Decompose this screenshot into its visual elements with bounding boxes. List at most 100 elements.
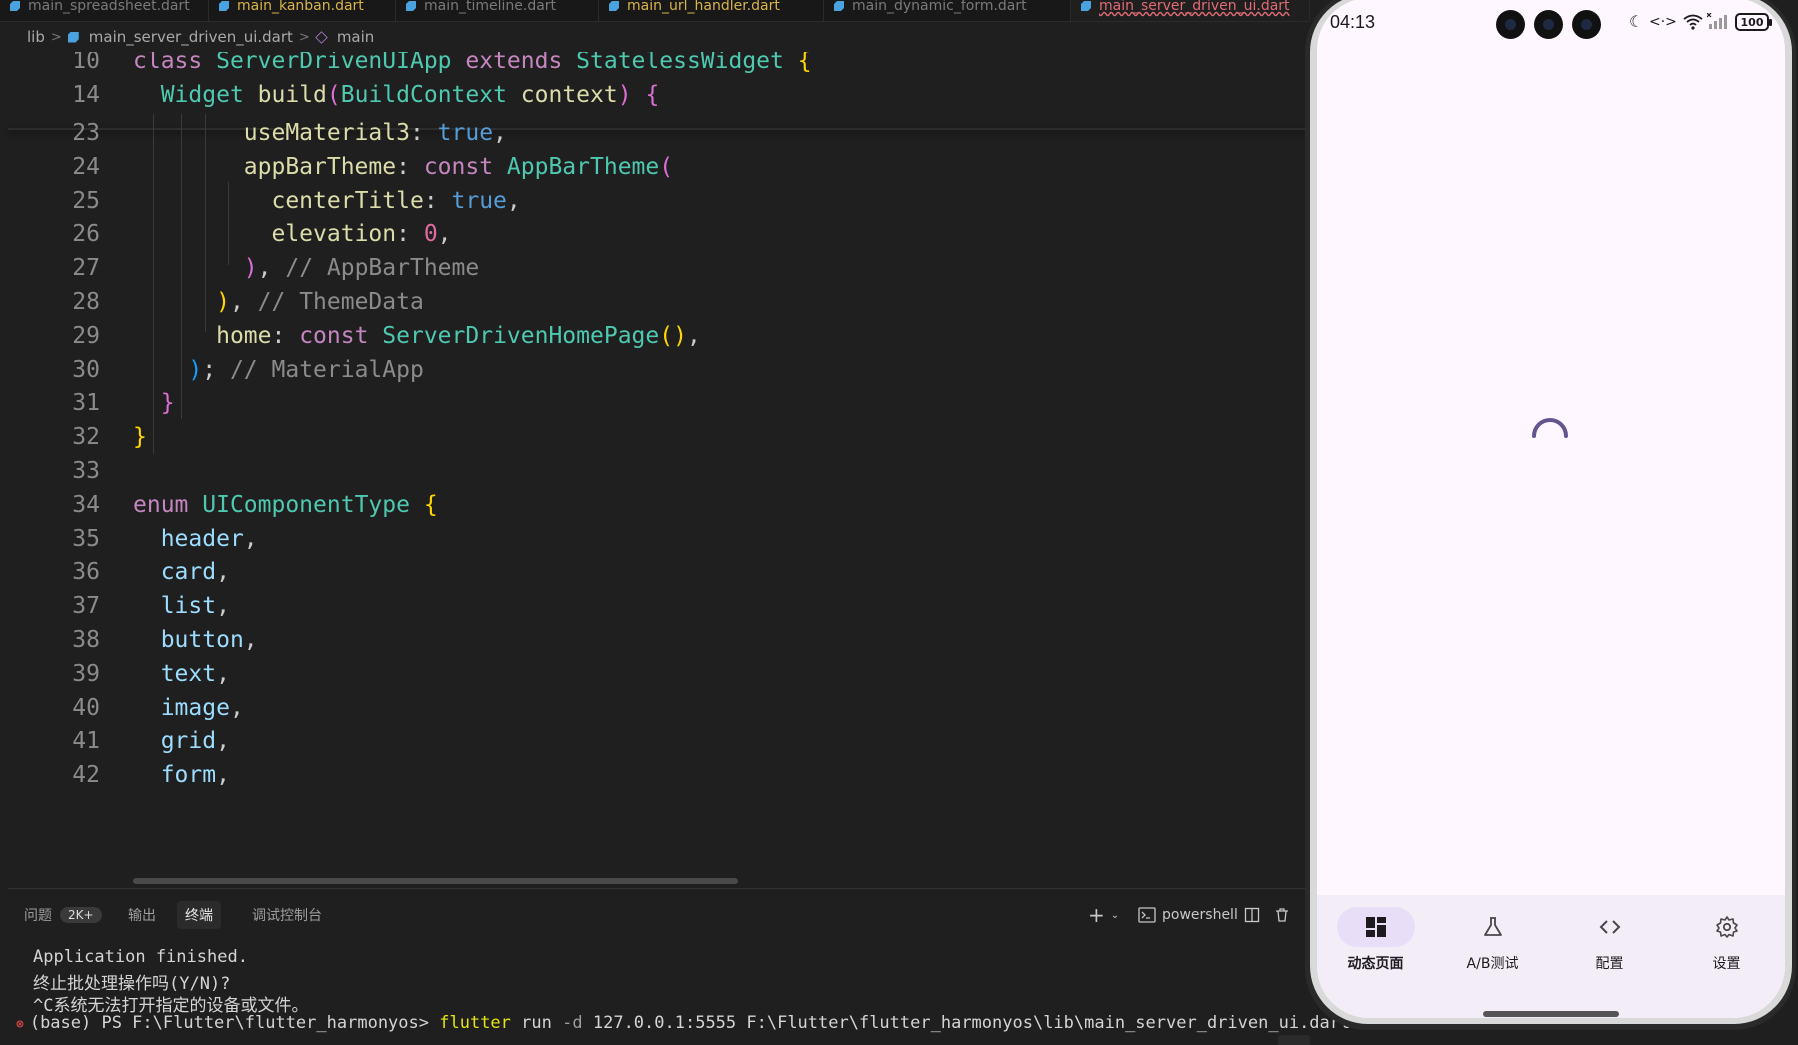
code-line[interactable]: 38 button, <box>0 621 1305 659</box>
code-line[interactable]: 25 centerTitle: true, <box>0 182 1305 220</box>
code-text: header, <box>133 526 258 552</box>
code-token: { <box>645 81 660 108</box>
code-line[interactable]: 40 image, <box>0 689 1305 727</box>
code-token: appBarTheme <box>243 153 397 180</box>
nav-config[interactable]: 配置 <box>1551 907 1668 977</box>
symbol-method-icon <box>315 30 328 44</box>
line-number: 24 <box>72 153 100 180</box>
code-line[interactable]: 35 header, <box>0 520 1305 558</box>
indent-guide <box>153 114 154 454</box>
code-token: image <box>160 694 230 721</box>
code-token: elevation <box>271 221 397 248</box>
terminal-line: Application finished. <box>33 947 248 967</box>
code-token: header <box>160 525 244 552</box>
dashboard-icon <box>1365 917 1386 937</box>
tab-problems[interactable]: 问题 2K+ <box>16 901 110 929</box>
code-line[interactable]: 31 } <box>0 384 1305 422</box>
code-line[interactable]: 39 text, <box>0 655 1305 693</box>
code-token: ( <box>326 81 341 108</box>
breadcrumb-file[interactable]: main_server_driven_ui.dart <box>89 28 293 46</box>
code-token: ) <box>617 81 632 108</box>
code-token: , <box>216 559 230 586</box>
line-number: 42 <box>72 762 100 789</box>
code-token: 0 <box>423 221 438 248</box>
editor-tab-bar: main_spreadsheet.dart main_kanban.dart m… <box>0 0 1310 22</box>
tab-main-spreadsheet[interactable]: main_spreadsheet.dart <box>0 0 209 21</box>
tab-output[interactable]: 输出 <box>120 901 164 929</box>
line-number: 31 <box>72 390 100 417</box>
terminal-profile-selector[interactable]: powershell <box>1138 902 1238 928</box>
tab-main-dynamic-form[interactable]: main_dynamic_form.dart <box>824 0 1071 21</box>
tab-main-timeline[interactable]: main_timeline.dart <box>396 0 599 21</box>
nav-ab-test[interactable]: A/B测试 <box>1434 907 1551 977</box>
code-token: useMaterial3 <box>243 120 410 146</box>
code-token: list <box>160 593 217 620</box>
line-number: 27 <box>72 255 100 282</box>
code-token: { <box>797 52 812 74</box>
line-number: 34 <box>72 491 100 518</box>
nav-settings[interactable]: 设置 <box>1668 907 1785 977</box>
code-token: , <box>216 593 230 620</box>
code-token: UIComponentType <box>202 491 410 518</box>
home-indicator[interactable] <box>1483 1011 1619 1017</box>
line-number: 39 <box>72 660 100 687</box>
code-line[interactable]: 41 grid, <box>0 722 1305 760</box>
line-number: 36 <box>72 559 100 586</box>
split-terminal-button[interactable] <box>1244 902 1260 928</box>
loading-spinner <box>1532 418 1568 438</box>
tab-main-kanban[interactable]: main_kanban.dart <box>209 0 396 21</box>
code-line[interactable]: 37 list, <box>0 587 1305 625</box>
code-text: text, <box>133 661 230 687</box>
code-line[interactable]: 36 card, <box>0 553 1305 591</box>
code-line[interactable]: 14 Widget build(BuildContext context) { <box>0 76 1305 114</box>
error-circle-icon: ⊗ <box>16 1017 24 1032</box>
indent-guide <box>181 114 182 419</box>
code-line[interactable]: 28 ), // ThemeData <box>0 283 1305 321</box>
code-token: ; <box>202 356 230 383</box>
code-line[interactable]: 34 enum UIComponentType { <box>0 486 1305 524</box>
code-icon <box>1599 920 1620 934</box>
kill-terminal-button[interactable] <box>1274 902 1290 928</box>
breadcrumb-symbol[interactable]: main <box>337 28 374 46</box>
status-bar: 04:13 ☾ <·> 100 <box>1317 0 1785 50</box>
code-token: ServerDrivenHomePage <box>382 322 660 349</box>
tab-main-server-driven-ui[interactable]: main_server_driven_ui.dart <box>1071 0 1310 21</box>
code-text: card, <box>133 559 230 585</box>
code-line[interactable]: 29 home: const ServerDrivenHomePage(), <box>0 317 1305 355</box>
horizontal-scrollbar[interactable] <box>133 878 738 884</box>
code-line[interactable]: 27 ), // AppBarTheme <box>0 249 1305 287</box>
tab-debug-console[interactable]: 调试控制台 <box>244 901 330 929</box>
code-token: // ThemeData <box>257 289 424 315</box>
code-token: , <box>216 762 230 789</box>
breadcrumb-folder[interactable]: lib <box>27 28 45 46</box>
code-line[interactable]: 30 ); // MaterialApp <box>0 351 1305 389</box>
code-line[interactable]: 26 elevation: 0, <box>0 215 1305 253</box>
tab-terminal[interactable]: 终端 <box>177 901 221 929</box>
code-token: ServerDrivenUIApp <box>216 52 452 74</box>
code-line[interactable]: 33 <box>0 452 1305 490</box>
copilot-sparkle-button[interactable]: ✦ <box>1278 1035 1310 1045</box>
code-line[interactable]: 23 useMaterial3: true, <box>0 114 1305 152</box>
code-token: () <box>659 322 687 349</box>
new-terminal-button[interactable]: + ⌄ <box>1088 902 1119 928</box>
chevron-down-icon[interactable]: ⌄ <box>1111 910 1119 921</box>
code-arrows-icon: <·> <box>1649 14 1677 30</box>
code-token: // AppBarTheme <box>285 255 480 282</box>
code-token: text <box>160 660 217 687</box>
line-number: 33 <box>72 458 100 484</box>
code-text: ), // ThemeData <box>133 289 424 315</box>
nav-dynamic-page[interactable]: 动态页面 <box>1317 907 1434 977</box>
code-token: card <box>160 559 217 586</box>
code-token: : <box>423 187 452 214</box>
code-area[interactable]: 10 class ServerDrivenUIApp extends Statel… <box>0 52 1305 882</box>
code-line[interactable]: 32} <box>0 418 1305 456</box>
code-line[interactable]: 42 form, <box>0 756 1305 794</box>
code-line[interactable]: 24 appBarTheme: const AppBarTheme( <box>0 148 1305 186</box>
tab-main-url-handler[interactable]: main_url_handler.dart <box>599 0 824 21</box>
